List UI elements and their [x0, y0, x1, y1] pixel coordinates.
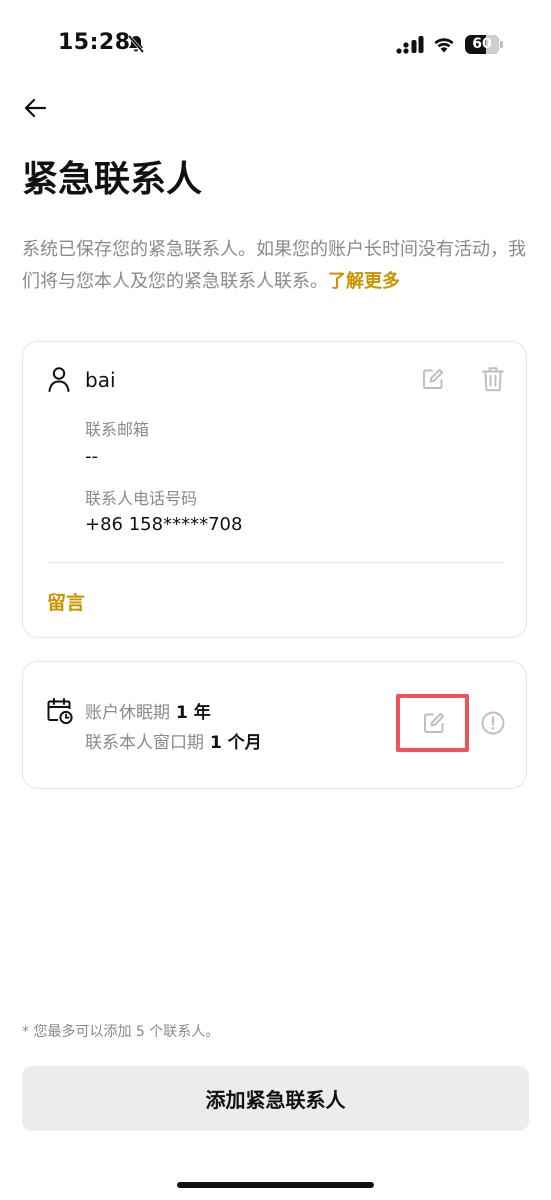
description: 系统已保存您的紧急联系人。如果您的账户长时间没有活动，我们将与您本人及您的紧急联… [22, 234, 527, 298]
email-value: -- [85, 446, 98, 467]
info-icon[interactable] [481, 711, 505, 735]
contact-card: bai 联系邮箱 -- 联系人电话号码 +86 158*****708 留言 [22, 341, 527, 638]
edit-icon[interactable] [422, 711, 446, 735]
dormancy-row: 账户休眠期 1 年 [85, 698, 211, 723]
signal-icon [396, 36, 424, 54]
dormancy-label: 账户休眠期 [85, 703, 170, 723]
footnote: * 您最多可以添加 5 个联系人。 [22, 1024, 220, 1040]
battery-tip [500, 41, 503, 48]
battery-level: 60 [472, 36, 492, 52]
dormancy-value: 1 年 [176, 703, 211, 723]
trash-icon[interactable] [482, 366, 504, 392]
contact-name: bai [85, 368, 116, 392]
learn-more-link[interactable]: 了解更多 [328, 271, 400, 292]
wifi-icon [434, 38, 454, 53]
status-bar: 15:28 60 [0, 0, 551, 90]
battery-icon: 60 [465, 35, 499, 54]
settings-card: 账户休眠期 1 年 联系本人窗口期 1 个月 [22, 661, 527, 789]
phone-label: 联系人电话号码 [85, 489, 198, 508]
description-text: 系统已保存您的紧急联系人。如果您的账户长时间没有活动，我们将与您本人及您的紧急联… [22, 239, 526, 292]
back-arrow-icon[interactable] [22, 94, 50, 122]
status-time: 15:28 [58, 30, 131, 55]
contact-window-label: 联系本人窗口期 [85, 733, 204, 753]
divider [47, 562, 504, 563]
contact-window-value: 1 个月 [210, 733, 262, 753]
page-title: 紧急联系人 [22, 159, 203, 200]
message-link[interactable]: 留言 [47, 588, 85, 615]
calendar-clock-icon [47, 698, 73, 724]
add-emergency-contact-button[interactable]: 添加紧急联系人 [22, 1066, 529, 1131]
edit-icon[interactable] [421, 367, 445, 391]
bell-slash-icon [127, 34, 145, 54]
phone-value: +86 158*****708 [85, 514, 243, 535]
person-icon [48, 367, 70, 392]
home-indicator[interactable] [177, 1182, 374, 1188]
contact-window-row: 联系本人窗口期 1 个月 [85, 728, 262, 753]
email-label: 联系邮箱 [85, 420, 150, 439]
